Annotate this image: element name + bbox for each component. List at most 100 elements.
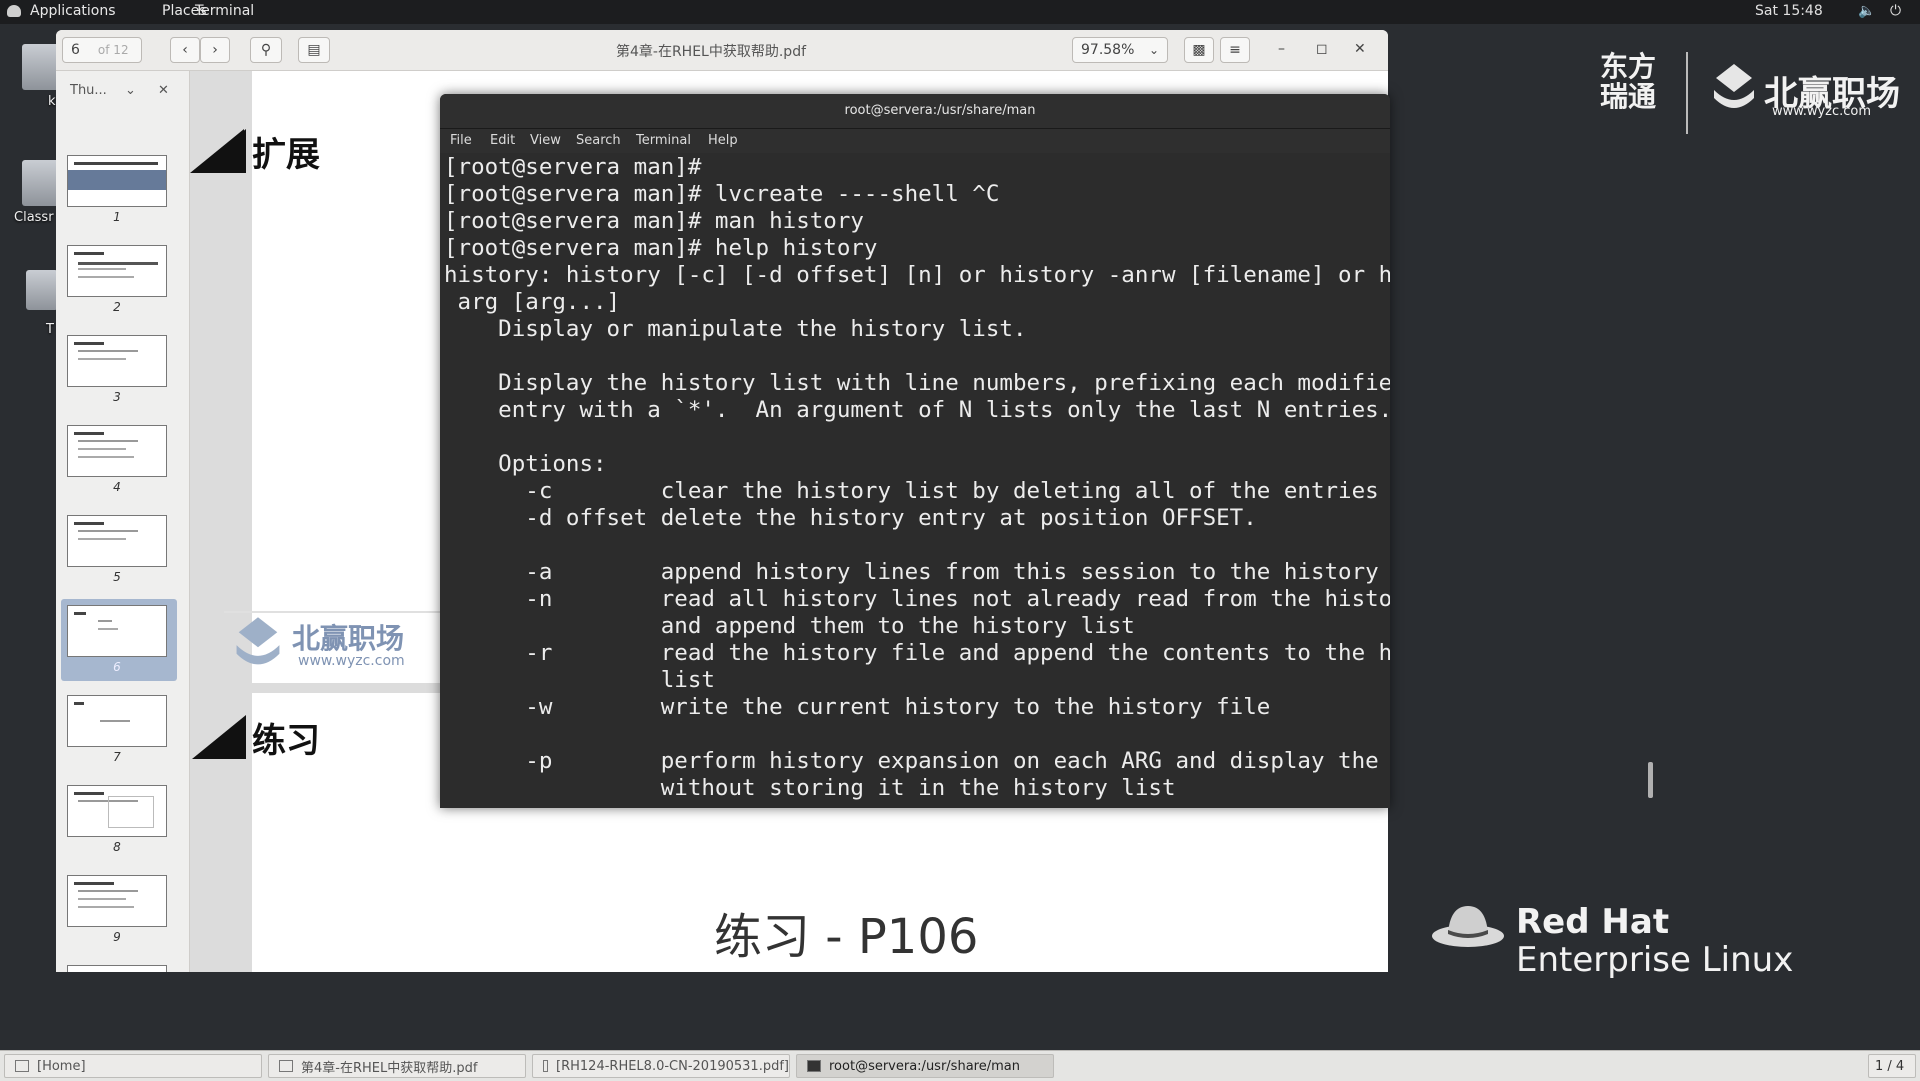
terminal-line: -d offset delete the history entry at po… <box>444 505 1257 531</box>
window-list-taskbar: [Home] 第4章-在RHEL中获取帮助.pdf [RH124-RHEL8.0… <box>0 1050 1920 1081</box>
thumbnail-page[interactable] <box>67 245 167 297</box>
maximize-button[interactable]: ◻ <box>1316 41 1328 57</box>
terminal-line: history: history [-c] [-d offset] [n] or… <box>444 262 1390 288</box>
menu-search[interactable]: Search <box>576 133 621 148</box>
pdf-icon <box>279 1060 293 1072</box>
page-total-label: of 12 <box>97 43 129 57</box>
pdf-icon <box>543 1060 549 1072</box>
heading-extend: 扩展 <box>252 135 320 175</box>
thumbnail-page-number: 9 <box>113 930 121 944</box>
thumbnail-page[interactable] <box>67 605 167 657</box>
redhat-fedora-icon <box>1432 906 1504 947</box>
thumbnail-page[interactable] <box>67 425 167 477</box>
terminal-window: root@servera:/usr/share/man – File Edit … <box>440 94 1390 808</box>
menu-edit[interactable]: Edit <box>490 133 515 148</box>
thumbnail-sidebar: Thu... ⌄ ✕ 1 2 3 4 5 6 7 8 9 <box>56 71 190 972</box>
annotations-button[interactable]: ▤ <box>298 37 330 63</box>
close-sidebar-icon[interactable]: ✕ <box>158 83 169 98</box>
volume-icon[interactable]: 🔈 <box>1858 3 1875 19</box>
terminal-line: -c clear the history list by deleting al… <box>444 478 1379 504</box>
chevron-right-icon: › <box>212 42 218 58</box>
menu-terminal[interactable]: Terminal <box>636 133 691 148</box>
thumbnail-page-number: 8 <box>113 840 121 854</box>
task-pdf-chapter4[interactable]: 第4章-在RHEL中获取帮助.pdf <box>268 1054 526 1078</box>
terminal-line: and append them to the history list <box>444 613 1135 639</box>
thumbnail-page[interactable] <box>67 695 167 747</box>
terminal-output[interactable]: [root@servera man]# [root@servera man]# l… <box>444 154 1390 808</box>
thumbnail-page[interactable] <box>67 965 167 972</box>
document-icon: ▤ <box>307 42 321 58</box>
terminal-scrollbar-thumb[interactable] <box>1648 762 1653 798</box>
terminal-line: Display the history list with line numbe… <box>444 370 1390 396</box>
heading-practice: 练习 <box>252 721 320 761</box>
terminal-line: -w write the current history to the hist… <box>444 694 1271 720</box>
terminal-line: [root@servera man]# lvcreate ----shell ^… <box>444 181 1000 207</box>
terminal-line: [root@servera man]# man history <box>444 208 864 234</box>
thumbnail-page[interactable] <box>67 875 167 927</box>
thumbnail-page[interactable] <box>67 155 167 207</box>
watermark-logo: 北赢职场 www.wyzc.com <box>228 613 438 675</box>
thumbnail-page[interactable] <box>67 515 167 567</box>
task-label: [Home] <box>37 1058 86 1074</box>
redhat-logo <box>1430 900 1506 954</box>
task-label: root@servera:/usr/share/man <box>829 1058 1020 1074</box>
watermark-logo-mark-icon <box>236 617 280 665</box>
logo-divider <box>1686 52 1688 134</box>
task-label: [RH124-RHEL8.0-CN-20190531.pdf] <box>556 1058 789 1074</box>
thumbnail-page-number: 4 <box>113 480 121 494</box>
page-number-input[interactable]: 6 <box>71 42 80 58</box>
search-button[interactable]: ⚲ <box>250 37 282 63</box>
chevron-left-icon: ‹ <box>182 42 188 58</box>
task-terminal[interactable]: root@servera:/usr/share/man <box>796 1054 1054 1078</box>
gnome-foot-icon <box>7 5 21 17</box>
print-button[interactable]: ▩ <box>1184 37 1214 63</box>
page-title-cut: 练习 - P106 <box>714 909 979 965</box>
terminal-line: list <box>444 667 715 693</box>
minimize-button[interactable]: – <box>1278 41 1285 57</box>
close-button[interactable]: ✕ <box>1354 41 1366 57</box>
terminal-line: Options: <box>444 451 607 477</box>
workspace-indicator: 1 / 4 <box>1875 1058 1905 1074</box>
previous-page-button[interactable]: ‹ <box>170 37 200 63</box>
pdf-window-title: 第4章-在RHEL中获取帮助.pdf <box>616 44 807 60</box>
power-icon[interactable]: ⏻ <box>1890 3 1901 19</box>
thumbnail-page[interactable] <box>67 785 167 837</box>
hamburger-menu-button[interactable]: ≡ <box>1220 37 1250 63</box>
next-page-button[interactable]: › <box>200 37 230 63</box>
folder-icon <box>15 1060 29 1072</box>
terminal-line: -n read all history lines not already re… <box>444 586 1390 612</box>
redhat-line2: Enterprise Linux <box>1516 940 1794 980</box>
applications-menu[interactable]: Applications <box>30 3 116 19</box>
dongfang-logo-line1: 东方 <box>1600 50 1657 83</box>
top-panel: Applications Places Terminal Sat 15:48 🔈… <box>0 0 1920 24</box>
watermark-name: 北赢职场 <box>292 622 405 655</box>
sidebar-mode-select[interactable]: Thu... ⌄ <box>70 83 136 98</box>
terminal-line: [root@servera man]# <box>444 154 702 180</box>
section-marker <box>192 715 246 759</box>
terminal-app-menu[interactable]: Terminal <box>195 3 254 19</box>
terminal-line: -p perform history expansion on each ARG… <box>444 748 1390 774</box>
page-selector[interactable]: 6 of 12 <box>62 37 142 63</box>
chevron-down-icon: ⌄ <box>124 83 136 98</box>
task-home[interactable]: [Home] <box>4 1054 262 1078</box>
redhat-line1: Red Hat <box>1516 902 1670 942</box>
terminal-titlebar[interactable]: root@servera:/usr/share/man – <box>440 94 1390 129</box>
workspace-switcher[interactable]: 1 / 4 <box>1868 1054 1916 1078</box>
thumbnail-page-number: 7 <box>113 750 121 764</box>
clock[interactable]: Sat 15:48 <box>1755 3 1823 19</box>
pdf-header-bar: 6 of 12 ‹ › ⚲ ▤ 第4章-在RHEL中获取帮助.pdf 97.58… <box>56 30 1388 71</box>
desktop-icon-label: Classr <box>14 210 54 225</box>
trash-icon[interactable] <box>26 270 58 310</box>
task-pdf-rh124[interactable]: [RH124-RHEL8.0-CN-20190531.pdf] <box>532 1054 790 1078</box>
terminal-line: arg [arg...] <box>444 289 621 315</box>
thumbnail-page[interactable] <box>67 335 167 387</box>
menu-view[interactable]: View <box>530 133 561 148</box>
terminal-line: [root@servera man]# help history <box>444 235 878 261</box>
terminal-line: without storing it in the history list <box>444 775 1176 801</box>
zoom-value: 97.58% <box>1081 42 1135 58</box>
zhiying-logo <box>1708 60 1760 120</box>
dongfang-logo-line2: 瑞通 <box>1600 80 1657 113</box>
zoom-selector[interactable]: 97.58% ⌄ <box>1072 37 1168 63</box>
menu-help[interactable]: Help <box>708 133 738 148</box>
menu-file[interactable]: File <box>450 133 472 148</box>
